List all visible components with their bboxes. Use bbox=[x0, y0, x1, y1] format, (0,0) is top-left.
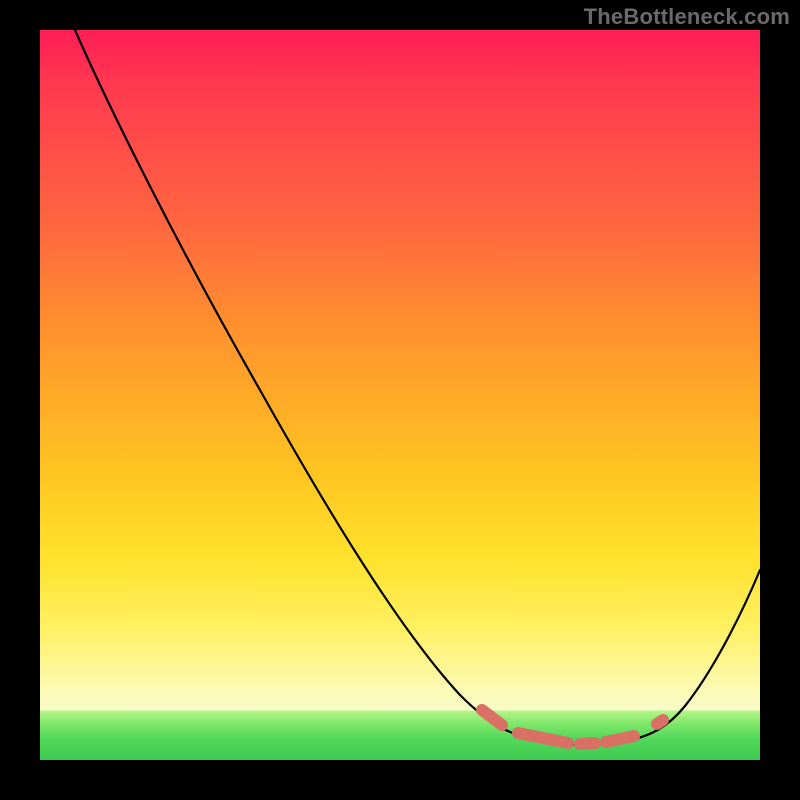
bottleneck-curve-line bbox=[75, 30, 760, 745]
bottleneck-curve-svg bbox=[40, 30, 760, 760]
chart-frame: TheBottleneck.com bbox=[0, 0, 800, 800]
watermark-text: TheBottleneck.com bbox=[584, 4, 790, 30]
optimal-range-marker bbox=[482, 710, 663, 744]
